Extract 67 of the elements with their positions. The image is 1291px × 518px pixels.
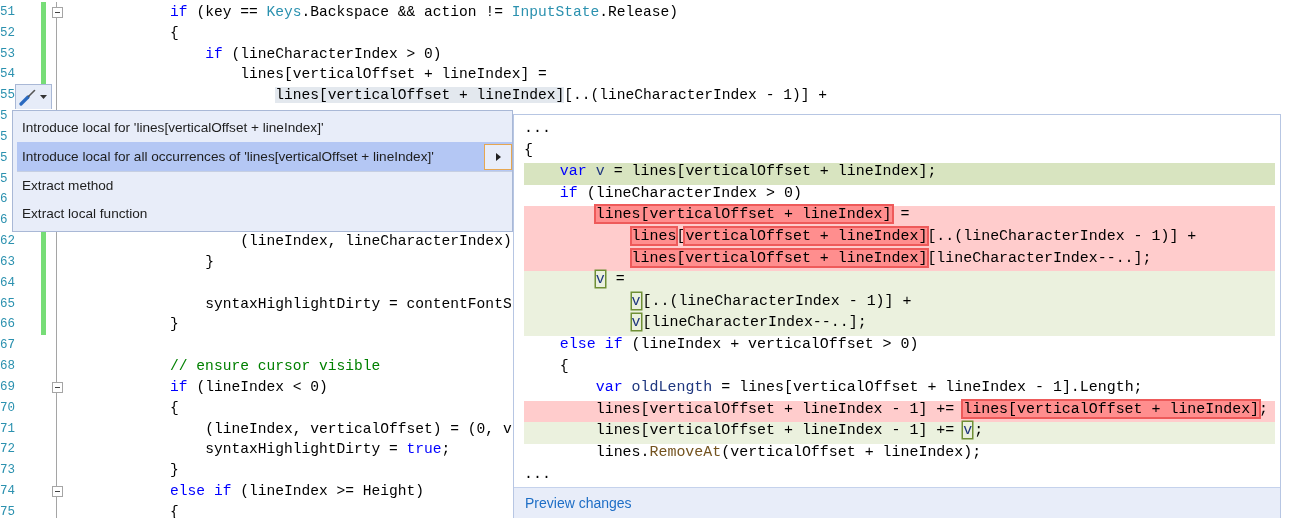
preview-changes-link[interactable]: Preview changes xyxy=(525,495,632,512)
menu-item-label: Introduce local for all occurrences of 'lines[verticalOffset + lineIndex]' xyxy=(22,149,434,164)
line-number: 73 xyxy=(0,462,15,480)
code-line: syntaxHighlightDirty = true; xyxy=(204,440,451,460)
line-number: 75 xyxy=(0,503,15,518)
menu-item-label: Introduce local for 'lines[verticalOffset + lineIndex]' xyxy=(22,120,324,135)
line-number: 70 xyxy=(0,399,15,417)
line-number: 69 xyxy=(0,378,15,396)
code-line: if (lineIndex < 0) xyxy=(169,377,328,397)
line-number: 62 xyxy=(0,233,15,251)
code-line: lines[verticalOffset + lineIndex] = xyxy=(239,65,547,85)
menu-item[interactable]: Introduce local for all occurrences of 'lines[verticalOffset + lineIndex]' xyxy=(17,142,512,172)
code-line: { xyxy=(169,502,179,518)
code-line: syntaxHighlightDirty = contentFontS xyxy=(204,294,512,314)
caret-icon xyxy=(40,95,47,99)
code-line: // ensure cursor visible xyxy=(169,357,381,377)
line-number: 65 xyxy=(0,295,15,313)
code-line: } xyxy=(169,315,179,335)
line-number: 6 xyxy=(0,191,9,209)
collapse-icon[interactable] xyxy=(51,485,63,497)
menu-item[interactable]: Extract method xyxy=(17,172,512,200)
line-number: 5 xyxy=(0,149,9,167)
line-number: 55 xyxy=(0,87,15,105)
code-line: if (key == Keys.Backspace && action != InputState.Release) xyxy=(169,3,679,22)
code-line: { xyxy=(558,357,570,376)
line-number: 5 xyxy=(0,128,9,146)
line-number: 5 xyxy=(0,108,9,126)
line-number: 63 xyxy=(0,253,15,271)
quick-actions-button[interactable] xyxy=(15,84,52,109)
code-line: if (lineCharacterIndex > 0) xyxy=(204,44,442,64)
collapse-icon[interactable] xyxy=(51,381,63,393)
code-line: { xyxy=(169,398,179,418)
code-line: (lineIndex, lineCharacterIndex) xyxy=(239,232,512,252)
code-line: else if (lineIndex + verticalOffset > 0) xyxy=(558,335,920,354)
submenu-button[interactable] xyxy=(484,143,512,170)
menu-item-label: Extract local function xyxy=(22,206,148,221)
line-number: 74 xyxy=(0,483,15,501)
arrow-right-icon xyxy=(495,152,501,161)
code-line: ... xyxy=(524,465,552,484)
line-number: 6 xyxy=(0,212,9,230)
line-number: 71 xyxy=(0,420,15,438)
line-number: 51 xyxy=(0,4,15,21)
code-line: if (lineCharacterIndex > 0) xyxy=(558,184,803,203)
code-line: } xyxy=(204,252,214,272)
line-number: 54 xyxy=(0,66,15,84)
code-line: lines[verticalOffset + lineIndex][..(lineCharacterIndex - 1)] + xyxy=(274,86,827,106)
code-line: { xyxy=(169,23,179,43)
line-number: 64 xyxy=(0,274,15,292)
code-line: { xyxy=(524,141,534,160)
code-line: lines.RemoveAt(verticalOffset + lineIndex); xyxy=(594,443,983,462)
line-number: 72 xyxy=(0,441,15,459)
line-number: 67 xyxy=(0,337,15,355)
collapse-icon[interactable] xyxy=(51,6,63,18)
line-number: 53 xyxy=(0,45,15,63)
menu-item[interactable]: Extract local function xyxy=(17,200,512,228)
code-line: (lineIndex, verticalOffset) = (0, v xyxy=(204,419,512,439)
menu-item-label: Extract method xyxy=(22,178,114,193)
line-number: 68 xyxy=(0,358,15,376)
line-number: 66 xyxy=(0,316,15,334)
screwdriver-icon xyxy=(19,88,37,106)
code-line: var oldLength = lines[verticalOffset + lineIndex - 1].Length; xyxy=(594,379,1144,398)
menu-item[interactable]: Introduce local for 'lines[verticalOffset + lineIndex]' xyxy=(17,114,512,142)
line-number: 52 xyxy=(0,24,15,42)
code-line: else if (lineIndex >= Height) xyxy=(169,482,425,502)
line-number: 5 xyxy=(0,170,9,188)
code-line: ... xyxy=(524,120,552,138)
code-line: } xyxy=(169,461,179,481)
